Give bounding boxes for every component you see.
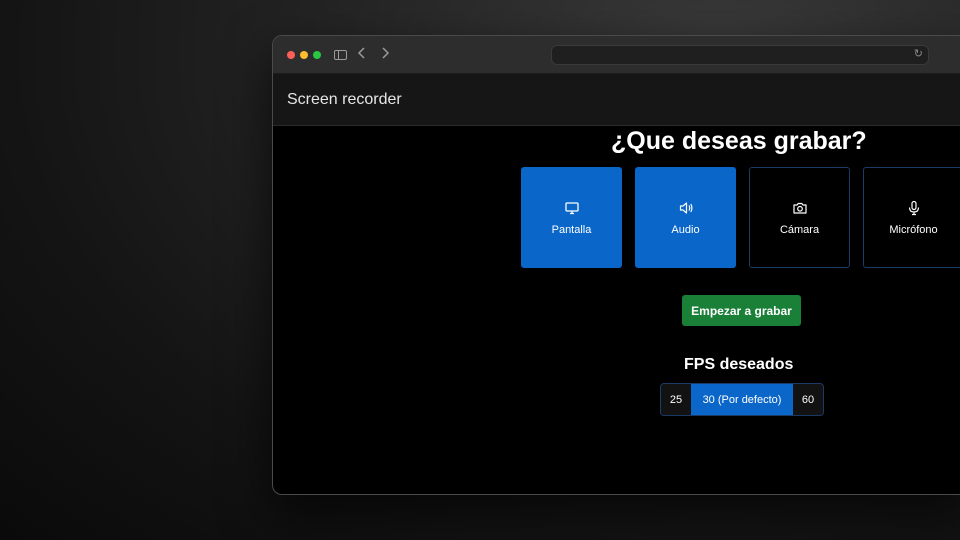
fps-label: FPS deseados (684, 356, 794, 373)
camera-icon (792, 202, 807, 214)
app-header: Screen recorder (273, 74, 960, 126)
maximize-window-button[interactable] (313, 51, 321, 59)
reload-icon[interactable]: ↻ (914, 47, 923, 60)
speaker-icon (679, 201, 692, 214)
microphone-icon (908, 200, 919, 215)
browser-window: ↻ Screen recorder ¿Que deseas grabar? Pa… (272, 35, 960, 495)
app-title: Screen recorder (287, 90, 402, 108)
option-audio[interactable]: Audio (635, 167, 736, 268)
option-pantalla[interactable]: Pantalla (521, 167, 622, 268)
option-microfono[interactable]: Micrófono (863, 167, 960, 268)
fps-option-30[interactable]: 30 (Por defecto) (691, 384, 793, 415)
option-label: Audio (671, 223, 700, 236)
address-bar[interactable]: ↻ (551, 45, 929, 65)
close-window-button[interactable] (287, 51, 295, 59)
option-label: Cámara (779, 223, 820, 236)
fps-option-25[interactable]: 25 (661, 384, 691, 415)
main-content: ¿Que deseas grabar? Pantalla Audio Cámar… (273, 126, 960, 494)
browser-titlebar: ↻ (273, 36, 960, 74)
option-label: Micrófono (889, 223, 938, 236)
monitor-icon (564, 201, 579, 214)
back-icon[interactable] (357, 46, 367, 64)
option-camara[interactable]: Cámara (749, 167, 850, 268)
minimize-window-button[interactable] (300, 51, 308, 59)
start-recording-button[interactable]: Empezar a grabar (682, 295, 801, 326)
forward-icon[interactable] (380, 46, 390, 64)
sidebar-toggle-icon[interactable] (334, 50, 347, 60)
option-label: Pantalla (551, 223, 592, 236)
page-heading: ¿Que deseas grabar? (611, 127, 867, 155)
fps-option-60[interactable]: 60 (793, 384, 823, 415)
fps-selector: 25 30 (Por defecto) 60 (660, 383, 824, 416)
